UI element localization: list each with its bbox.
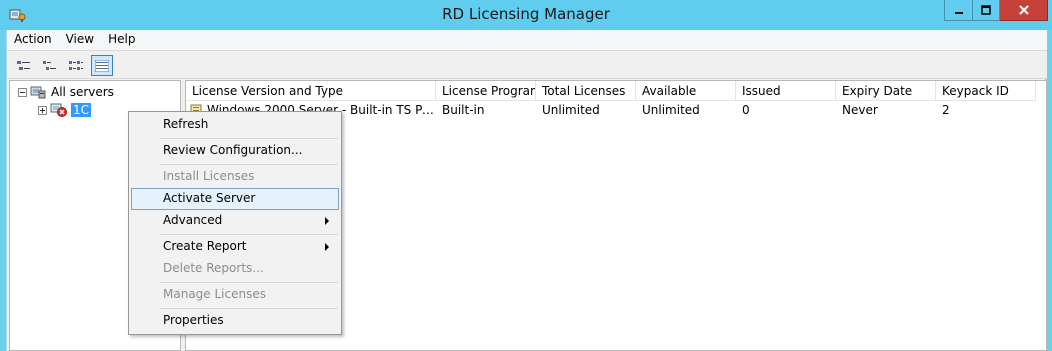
menu-separator [160,234,338,235]
large-icons-view-icon [17,60,30,70]
menu-item-activate-server[interactable]: Activate Server [131,188,339,210]
column-header-total-licenses[interactable]: Total Licenses [536,81,636,101]
menu-item-properties[interactable]: Properties [131,310,339,332]
large-icons-view-button[interactable] [13,55,35,76]
menu-item-create-report[interactable]: Create Report [131,236,339,258]
cell-expiry-date: Never [842,103,878,117]
cell-license-program: Built-in [442,103,485,117]
menu-separator [160,164,338,165]
column-header-issued[interactable]: Issued [736,81,836,101]
menu-bar: Action View Help [7,30,1047,50]
list-view-icon [69,60,83,70]
small-icons-view-icon [43,60,56,70]
menu-action[interactable]: Action [7,30,59,50]
submenu-arrow-icon [325,243,329,251]
toolbar [7,50,1047,79]
column-header-license-version[interactable]: License Version and Type [186,81,436,101]
menu-separator [160,138,338,139]
menu-help[interactable]: Help [101,30,142,50]
menu-item-delete-reports[interactable]: Delete Reports... [131,258,339,280]
menu-item-create-report-label: Create Report [163,239,247,253]
maximize-icon [981,5,991,15]
menu-item-advanced[interactable]: Advanced [131,210,339,232]
menu-item-review-configuration[interactable]: Review Configuration... [131,140,339,162]
expand-icon[interactable] [38,105,47,115]
servers-icon [30,86,46,99]
maximize-button[interactable] [972,0,1000,21]
cell-total-licenses: Unlimited [542,103,600,117]
close-icon [1018,5,1029,15]
menu-separator [160,282,338,283]
submenu-arrow-icon [325,217,329,225]
cell-available: Unlimited [642,103,700,117]
menu-item-advanced-label: Advanced [163,213,223,227]
menu-item-install-licenses[interactable]: Install Licenses [131,166,339,188]
server-error-icon [50,103,67,117]
column-header-expiry-date[interactable]: Expiry Date [836,81,936,101]
tree-child-label: 1C [71,103,92,117]
menu-item-refresh[interactable]: Refresh [131,114,339,136]
tree-node-all-servers[interactable]: All servers [18,84,116,100]
minimize-icon [954,12,963,14]
menu-separator [160,308,338,309]
cell-keypack-id: 2 [942,103,950,117]
window-title: RD Licensing Manager [442,5,610,23]
tree-root-label: All servers [51,85,114,99]
small-icons-view-button[interactable] [39,55,61,76]
list-view-button[interactable] [65,55,87,76]
menu-item-manage-licenses[interactable]: Manage Licenses [131,284,339,306]
column-header-keypack-id[interactable]: Keypack ID [936,81,1036,101]
minimize-button[interactable] [944,0,972,21]
close-button[interactable] [1000,0,1048,21]
context-menu: Refresh Review Configuration... Install … [128,111,342,335]
column-header-license-program[interactable]: License Program [436,81,536,101]
collapse-icon[interactable] [18,87,27,97]
column-header-available[interactable]: Available [636,81,736,101]
menu-view[interactable]: View [59,30,101,50]
title-bar: RD Licensing Manager [0,0,1052,30]
details-view-icon [95,59,109,72]
cell-issued: 0 [742,103,750,117]
tree-node-server-1c[interactable]: 1C [38,102,92,118]
list-header: License Version and Type License Program… [186,81,1036,101]
details-view-button[interactable] [91,55,113,76]
